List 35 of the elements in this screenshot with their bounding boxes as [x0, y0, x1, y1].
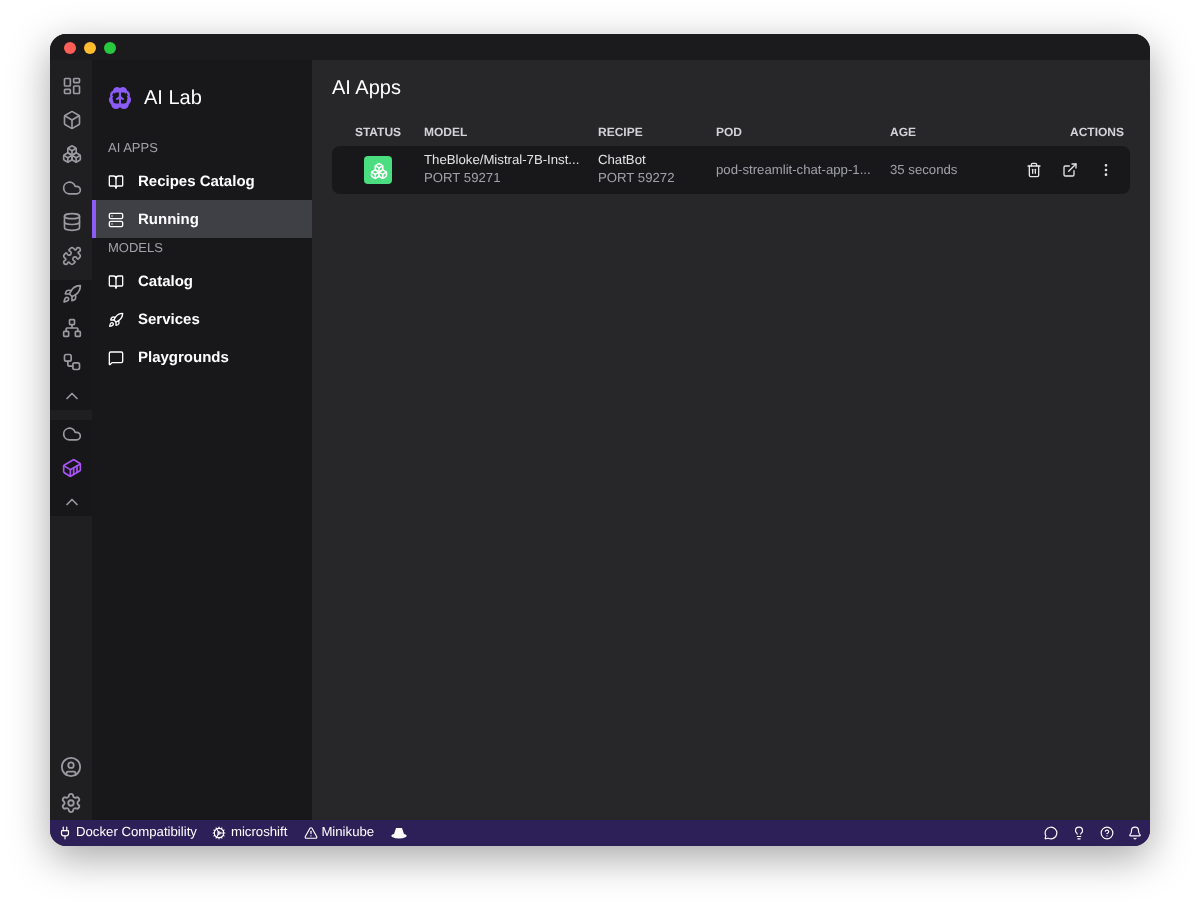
- cube-icon[interactable]: [61, 110, 81, 130]
- book-icon: [108, 173, 124, 189]
- help-icon[interactable]: [1100, 826, 1114, 840]
- hat-icon[interactable]: [390, 826, 409, 840]
- dashboard-icon[interactable]: [61, 76, 81, 96]
- container-icon[interactable]: [61, 458, 81, 478]
- rocket-icon: [108, 311, 124, 327]
- disk-icon[interactable]: [61, 212, 81, 232]
- cloud-icon[interactable]: [61, 178, 81, 198]
- user-icon[interactable]: [60, 756, 82, 778]
- book-icon: [108, 273, 124, 289]
- brain-icon: [108, 86, 132, 110]
- running-status-icon: [364, 156, 392, 184]
- minimize-light[interactable]: [84, 41, 96, 53]
- bell-icon[interactable]: [1128, 826, 1142, 840]
- network-icon[interactable]: [61, 318, 81, 338]
- chat-icon[interactable]: [1044, 826, 1058, 840]
- zoom-light[interactable]: [104, 41, 116, 53]
- app-title: AI Lab: [144, 87, 202, 109]
- cloud-icon[interactable]: [61, 424, 81, 444]
- puzzle-icon[interactable]: [61, 246, 81, 266]
- open-external-icon[interactable]: [1062, 162, 1078, 178]
- gear-icon: [212, 826, 227, 840]
- settings-icon[interactable]: [60, 792, 82, 814]
- server-icon: [108, 211, 124, 227]
- chat-icon: [108, 349, 124, 365]
- boxes-icon[interactable]: [61, 144, 81, 164]
- page-title: AI Apps: [332, 78, 403, 104]
- close-light[interactable]: [64, 41, 76, 53]
- workflow-icon[interactable]: [61, 352, 81, 372]
- warning-icon: [303, 826, 318, 840]
- lightbulb-icon[interactable]: [1072, 826, 1086, 840]
- plug-icon: [58, 826, 72, 840]
- rocket-icon[interactable]: [61, 284, 81, 304]
- delete-icon[interactable]: [1026, 162, 1042, 178]
